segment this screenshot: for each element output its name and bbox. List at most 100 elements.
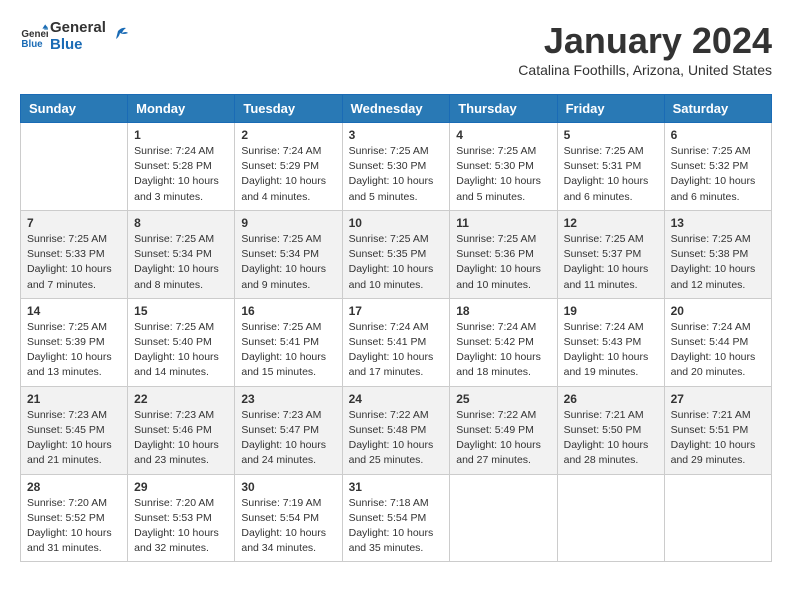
day-info-line: Daylight: 10 hours [456,262,550,277]
calendar-cell: 23Sunrise: 7:23 AMSunset: 5:47 PMDayligh… [235,386,342,474]
day-number: 19 [564,304,658,318]
day-number: 9 [241,216,335,230]
day-number: 26 [564,392,658,406]
day-info-line: and 5 minutes. [456,190,550,205]
day-info-line: Daylight: 10 hours [671,262,765,277]
header-monday: Monday [128,95,235,123]
day-info-line: Sunrise: 7:25 AM [456,232,550,247]
day-info-line: Sunset: 5:35 PM [349,247,444,262]
day-info-line: Sunset: 5:29 PM [241,159,335,174]
day-info-line: Sunset: 5:51 PM [671,423,765,438]
day-info-line: Daylight: 10 hours [671,438,765,453]
day-info-line: Sunrise: 7:25 AM [671,144,765,159]
day-info-line: Sunset: 5:38 PM [671,247,765,262]
calendar-cell [450,474,557,562]
day-info-line: Sunrise: 7:19 AM [241,496,335,511]
calendar-cell: 20Sunrise: 7:24 AMSunset: 5:44 PMDayligh… [664,298,771,386]
day-info-line: Sunset: 5:30 PM [349,159,444,174]
title-section: January 2024 Catalina Foothills, Arizona… [518,20,772,78]
day-number: 8 [134,216,228,230]
day-info-line: Daylight: 10 hours [564,350,658,365]
calendar-cell: 22Sunrise: 7:23 AMSunset: 5:46 PMDayligh… [128,386,235,474]
day-info-line: Daylight: 10 hours [564,262,658,277]
day-info-line: and 14 minutes. [134,365,228,380]
day-number: 15 [134,304,228,318]
day-info-line: Sunset: 5:50 PM [564,423,658,438]
calendar-cell: 13 Sunrise: 7:25 AMSunset: 5:38 PMDayligh… [664,210,771,298]
day-info-line: Sunset: 5:42 PM [456,335,550,350]
day-info-line: Daylight: 10 hours [671,350,765,365]
day-number: 7 [27,216,121,230]
day-info-line: Sunset: 5:54 PM [241,511,335,526]
calendar-cell: 16Sunrise: 7:25 AMSunset: 5:41 PMDayligh… [235,298,342,386]
day-info-line: Sunrise: 7:21 AM [671,408,765,423]
day-info-line: and 12 minutes. [671,278,765,293]
day-info-line: Sunrise: 7:25 AM [134,320,228,335]
day-info-line: Daylight: 10 hours [349,262,444,277]
day-info-line: Sunset: 5:41 PM [349,335,444,350]
day-info-line: Sunset: 5:28 PM [134,159,228,174]
day-number: 24 [349,392,444,406]
day-info-line: and 19 minutes. [564,365,658,380]
day-info-line: Daylight: 10 hours [134,526,228,541]
day-info-line: Sunset: 5:34 PM [241,247,335,262]
calendar-cell: 29Sunrise: 7:20 AMSunset: 5:53 PMDayligh… [128,474,235,562]
calendar-cell: 9Sunrise: 7:25 AMSunset: 5:34 PMDaylight… [235,210,342,298]
day-info-line: Sunset: 5:30 PM [456,159,550,174]
calendar-cell: 5Sunrise: 7:25 AMSunset: 5:31 PMDaylight… [557,123,664,211]
day-info-line: and 34 minutes. [241,541,335,556]
day-info-line: and 27 minutes. [456,453,550,468]
day-info-line: Daylight: 10 hours [241,526,335,541]
day-number: 17 [349,304,444,318]
day-info-line: and 6 minutes. [564,190,658,205]
day-info-line: Daylight: 10 hours [134,262,228,277]
day-info-line: Daylight: 10 hours [456,350,550,365]
day-info-line: and 7 minutes. [27,278,121,293]
day-info-line: Sunrise: 7:18 AM [349,496,444,511]
day-info-line: Daylight: 10 hours [349,174,444,189]
day-info-line: Daylight: 10 hours [564,174,658,189]
day-number: 30 [241,480,335,494]
calendar-cell: 14Sunrise: 7:25 AMSunset: 5:39 PMDayligh… [21,298,128,386]
day-info-line: and 20 minutes. [671,365,765,380]
day-info-line: and 21 minutes. [27,453,121,468]
calendar-cell: 21Sunrise: 7:23 AMSunset: 5:45 PMDayligh… [21,386,128,474]
day-info-line: Sunset: 5:54 PM [349,511,444,526]
day-info-line: and 29 minutes. [671,453,765,468]
day-number: 31 [349,480,444,494]
day-info-line: Sunrise: 7:21 AM [564,408,658,423]
day-info-line: and 23 minutes. [134,453,228,468]
day-info-line: Sunrise: 7:25 AM [349,144,444,159]
day-info-line: Sunrise: 7:25 AM [134,232,228,247]
day-info-line: Sunset: 5:37 PM [564,247,658,262]
day-number: 22 [134,392,228,406]
day-info-line: and 18 minutes. [456,365,550,380]
calendar-cell: 3Sunrise: 7:25 AMSunset: 5:30 PMDaylight… [342,123,450,211]
day-number: 10 [349,216,444,230]
day-info-line: Sunrise: 7:25 AM [671,232,765,247]
day-number: 6 [671,128,765,142]
calendar-cell: 26Sunrise: 7:21 AMSunset: 5:50 PMDayligh… [557,386,664,474]
day-number: 13 [671,216,765,230]
day-number: 23 [241,392,335,406]
day-info-line: and 24 minutes. [241,453,335,468]
day-number: 1 [134,128,228,142]
day-info-line: Daylight: 10 hours [241,262,335,277]
day-info-line: Sunrise: 7:25 AM [564,232,658,247]
day-info-line: Sunset: 5:36 PM [456,247,550,262]
day-info-line: Sunset: 5:34 PM [134,247,228,262]
day-info-line: Sunset: 5:40 PM [134,335,228,350]
location-subtitle: Catalina Foothills, Arizona, United Stat… [518,62,772,78]
day-info-line: Daylight: 10 hours [349,438,444,453]
header-saturday: Saturday [664,95,771,123]
day-info-line: Sunrise: 7:25 AM [27,320,121,335]
day-info-line: Sunset: 5:39 PM [27,335,121,350]
day-number: 25 [456,392,550,406]
day-number: 5 [564,128,658,142]
day-number: 12 [564,216,658,230]
day-info-line: and 9 minutes. [241,278,335,293]
day-number: 27 [671,392,765,406]
calendar-cell: 25Sunrise: 7:22 AMSunset: 5:49 PMDayligh… [450,386,557,474]
day-info-line: Sunset: 5:41 PM [241,335,335,350]
calendar-week-row: 21Sunrise: 7:23 AMSunset: 5:45 PMDayligh… [21,386,772,474]
